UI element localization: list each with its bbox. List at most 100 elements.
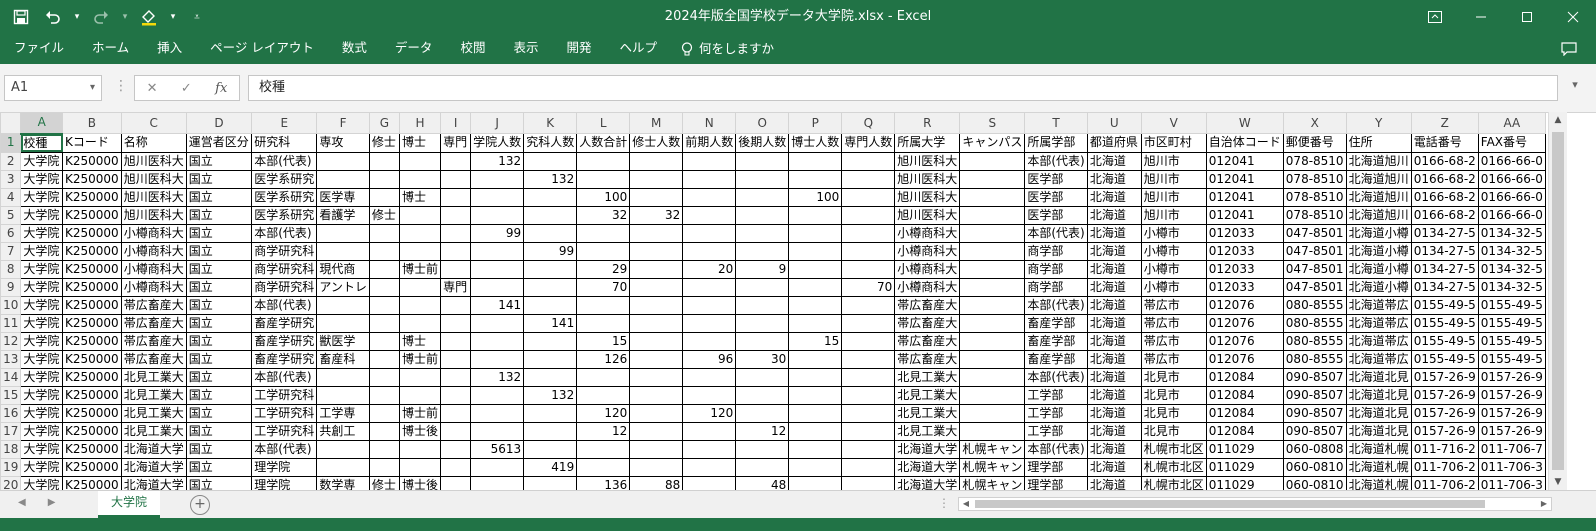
tab-formulas[interactable]: 数式 <box>328 34 381 64</box>
cell[interactable] <box>788 169 843 189</box>
cell[interactable]: 99 <box>523 241 578 261</box>
cell[interactable]: 国立 <box>185 313 253 333</box>
cell[interactable] <box>959 187 1026 207</box>
column-header[interactable]: V <box>1140 112 1207 134</box>
cell[interactable] <box>470 331 525 351</box>
row-header[interactable]: 7 <box>0 241 22 261</box>
cell[interactable]: 100 <box>576 187 631 207</box>
cell[interactable] <box>788 403 843 423</box>
cell[interactable]: 帯広畜産大 <box>120 313 187 333</box>
cell[interactable]: 帯広市 <box>1140 349 1207 369</box>
cell[interactable] <box>398 439 442 459</box>
cell[interactable] <box>959 367 1026 387</box>
cell[interactable] <box>398 169 442 189</box>
cell[interactable]: 047-8501 <box>1282 223 1347 243</box>
cell[interactable]: 旭川医科大 <box>120 169 187 189</box>
cell[interactable]: 0157-26-9 <box>1410 385 1479 405</box>
cell[interactable]: 5613 <box>470 439 525 459</box>
cell[interactable] <box>788 475 843 490</box>
cell[interactable]: 大学院 <box>20 169 64 189</box>
cell[interactable]: 120 <box>576 403 631 423</box>
cell[interactable]: 帯広畜産大 <box>120 349 187 369</box>
column-header[interactable]: R <box>894 112 961 134</box>
cell[interactable]: 専門 <box>440 277 472 297</box>
cell[interactable] <box>629 169 684 189</box>
cell[interactable]: 060-0810 <box>1282 475 1347 490</box>
cell[interactable] <box>629 457 684 477</box>
cell[interactable]: 学院人数 <box>470 133 525 153</box>
cell[interactable]: 011029 <box>1205 439 1284 459</box>
cell[interactable]: 名称 <box>120 133 187 153</box>
cell[interactable] <box>788 151 843 171</box>
column-header[interactable]: H <box>398 112 442 134</box>
cell[interactable]: 北海道旭川 <box>1345 205 1412 225</box>
cell[interactable] <box>440 241 472 261</box>
cell[interactable]: 医学部 <box>1024 169 1088 189</box>
cell[interactable] <box>470 421 525 441</box>
cell[interactable]: K250000 <box>62 403 122 423</box>
cell[interactable] <box>629 313 684 333</box>
row-header[interactable]: 19 <box>0 457 22 477</box>
cell[interactable] <box>788 457 843 477</box>
redo-dropdown-icon[interactable]: ▾ <box>120 4 130 30</box>
cell[interactable]: 011-706-2 <box>1410 475 1479 490</box>
cell[interactable] <box>576 457 631 477</box>
column-header[interactable]: P <box>788 112 843 134</box>
cell[interactable]: 北海道 <box>1086 295 1142 315</box>
cell[interactable]: 9 <box>735 259 790 279</box>
cell[interactable] <box>841 223 896 243</box>
cell[interactable] <box>735 295 790 315</box>
cell[interactable]: Kコード <box>62 133 122 153</box>
vertical-scrollbar[interactable]: ▲ ▼ <box>1548 112 1567 490</box>
cell[interactable] <box>523 439 578 459</box>
cell[interactable] <box>576 223 631 243</box>
cell[interactable]: 工学部 <box>1024 385 1088 405</box>
row-header[interactable]: 8 <box>0 259 22 279</box>
cell[interactable] <box>368 169 400 189</box>
cell[interactable]: 前期人数 <box>682 133 737 153</box>
tab-split-handle-icon[interactable]: ⋮ <box>938 496 951 510</box>
cell[interactable]: 小樽商科大 <box>120 241 187 261</box>
cell[interactable]: 畜産学部 <box>1024 349 1088 369</box>
tab-view[interactable]: 表示 <box>499 34 552 64</box>
cell[interactable]: 看護学 <box>316 205 370 225</box>
cell[interactable] <box>316 367 370 387</box>
cell[interactable] <box>523 295 578 315</box>
cell[interactable]: 0155-49-5 <box>1477 295 1546 315</box>
cell[interactable]: 132 <box>470 151 525 171</box>
cell[interactable]: 大学院 <box>20 151 64 171</box>
column-header[interactable]: G <box>368 112 400 134</box>
cell[interactable] <box>398 385 442 405</box>
cell[interactable]: 012041 <box>1205 169 1284 189</box>
column-header[interactable]: C <box>120 112 187 134</box>
cell[interactable]: 0157-26-9 <box>1410 421 1479 441</box>
cell[interactable] <box>841 349 896 369</box>
cell[interactable] <box>788 277 843 297</box>
cell[interactable] <box>682 475 737 490</box>
cell[interactable] <box>629 403 684 423</box>
cell[interactable]: 88 <box>629 475 684 490</box>
cell[interactable]: 博士前 <box>398 259 442 279</box>
cell[interactable]: 090-8507 <box>1282 367 1347 387</box>
row-header[interactable]: 1 <box>0 133 22 153</box>
column-header[interactable]: I <box>440 112 472 134</box>
cell[interactable] <box>841 187 896 207</box>
cell[interactable]: 012084 <box>1205 421 1284 441</box>
cell[interactable]: 旭川市 <box>1140 187 1207 207</box>
cell[interactable]: 本部(代表) <box>251 367 318 387</box>
cell[interactable]: 北見工業大 <box>894 421 961 441</box>
cell[interactable] <box>629 385 684 405</box>
cell[interactable]: 0155-49-5 <box>1410 313 1479 333</box>
cell[interactable] <box>788 367 843 387</box>
cell[interactable]: 0166-66-0 <box>1477 187 1546 207</box>
cell[interactable] <box>682 457 737 477</box>
cell[interactable]: 北海道旭川 <box>1345 169 1412 189</box>
cell[interactable]: 工学研究科 <box>251 385 318 405</box>
cell[interactable]: 市区町村 <box>1140 133 1207 153</box>
cell[interactable]: 北見市 <box>1140 403 1207 423</box>
cell[interactable]: K250000 <box>62 331 122 351</box>
cell[interactable] <box>368 241 400 261</box>
cell[interactable] <box>629 223 684 243</box>
cell[interactable] <box>629 439 684 459</box>
cell[interactable]: 011029 <box>1205 475 1284 490</box>
